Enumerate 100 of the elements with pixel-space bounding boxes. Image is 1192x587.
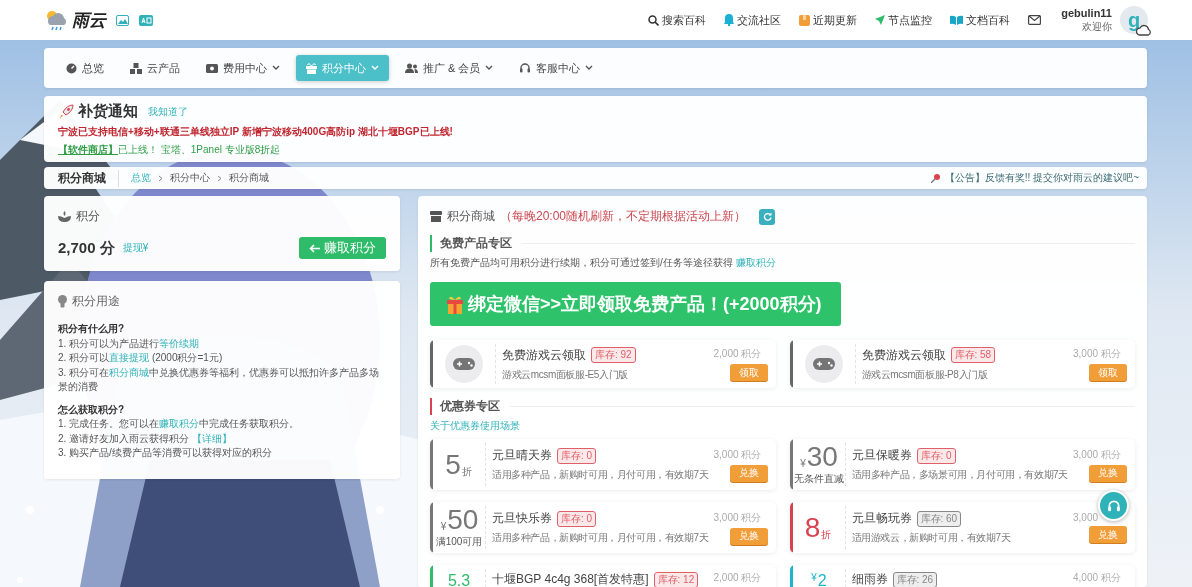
- price: 4,000 积分: [1073, 571, 1121, 585]
- item-description: 适用多种产品，新购时可用，月付可用，有效期7天: [492, 531, 710, 545]
- top-link[interactable]: 文档百科: [950, 12, 1011, 28]
- stock-badge: 库存: 12: [653, 571, 699, 587]
- inline-link[interactable]: 直接提现: [109, 352, 150, 364]
- nav-tab[interactable]: 费用中心: [196, 55, 290, 81]
- inline-link[interactable]: 积分商城: [109, 366, 150, 378]
- usage-text: 1. 积分可以为产品进行等价续期: [58, 336, 201, 351]
- avatar[interactable]: g: [1120, 6, 1148, 34]
- user-name: gebulin11: [1061, 7, 1112, 21]
- item-title: 元旦保暖券: [851, 447, 912, 464]
- breadcrumb-link[interactable]: 积分中心: [170, 171, 210, 185]
- inline-link[interactable]: 【详细】: [191, 432, 232, 444]
- coupon-value: 5: [445, 450, 461, 479]
- redeem-button[interactable]: 兑换: [1089, 526, 1127, 543]
- bulb-icon: [58, 295, 67, 309]
- stock-badge: 库存: 0: [557, 510, 597, 527]
- coupon-condition: 满100可用: [435, 535, 483, 549]
- announcement-link[interactable]: 【公告】反馈有奖!! 提交你对雨云的建议吧~: [944, 171, 1139, 185]
- breadcrumb-link[interactable]: 总览: [131, 171, 151, 185]
- item-title: 十堰BGP 4c4g 368[首发特惠]: [492, 571, 649, 587]
- discount-unit: 折: [461, 466, 472, 477]
- redeem-button[interactable]: 兑换: [729, 527, 768, 545]
- refresh-note: （每晚20:00随机刷新，不定期根据活动上新）: [500, 208, 747, 225]
- price: 3,000: [1073, 512, 1099, 523]
- cubes-icon: [130, 62, 142, 74]
- bind-wechat-banner[interactable]: 绑定微信>>立即领取免费产品！(+2000积分): [430, 282, 841, 326]
- section-title: 优惠券专区: [430, 398, 510, 415]
- notice-text: 【软件商店】已上线！ 宝塔、1Panel 专业版8折起: [58, 143, 282, 157]
- chevron-right-icon: [158, 174, 163, 182]
- nav-tab[interactable]: 积分中心: [296, 55, 389, 81]
- pin-icon: [930, 173, 941, 183]
- stock-badge: 库存: 60: [916, 510, 962, 527]
- section-title: 免费产品专区: [430, 235, 522, 252]
- section-description: 所有免费产品均可用积分进行续期，积分可通过签到/任务等途径获得 赚取积分: [430, 256, 777, 270]
- greeting: 欢迎你: [1082, 20, 1112, 33]
- inline-link[interactable]: 等价续期: [159, 337, 200, 349]
- item-title: 元旦快乐券: [492, 510, 552, 527]
- dashboard-icon: [66, 62, 77, 74]
- item-description: 适用多种产品，新购时可用，月付可用，有效期7天: [492, 468, 710, 482]
- nav-tab[interactable]: 推广 & 会员: [395, 55, 504, 81]
- store-link[interactable]: 【软件商店】: [58, 144, 118, 155]
- item-title: 免费游戏云领取: [502, 346, 586, 364]
- rocket-icon: [58, 103, 74, 120]
- package-icon: [799, 14, 811, 26]
- currency-sign: ¥: [800, 459, 806, 469]
- item-description: 游戏云mcsm面板服-E5入门版: [502, 367, 629, 382]
- section-link[interactable]: 关于优惠券使用场景: [430, 420, 520, 431]
- coupon-value: 30: [806, 443, 838, 471]
- usage-text: 3. 购买产品/续费产品等消费可以获得对应的积分: [58, 446, 273, 461]
- nav-tab[interactable]: 总览: [56, 55, 114, 81]
- chevron-right-icon: [217, 174, 222, 182]
- coupon-value: 2: [817, 573, 827, 587]
- top-link[interactable]: 交流社区: [724, 12, 782, 28]
- redeem-button[interactable]: 兑换: [729, 464, 768, 482]
- usage-text: 3. 积分可在积分商城中兑换优惠券等福利，优惠券可以抵扣许多产品多场景的消费: [58, 365, 381, 395]
- headset-icon: [519, 62, 532, 74]
- bell-icon: [724, 14, 735, 26]
- top-link[interactable]: 近期更新: [799, 12, 858, 28]
- panel-title: 积分商城: [447, 208, 495, 225]
- price: 3,000 积分: [1073, 347, 1121, 361]
- mail-button[interactable]: [1028, 15, 1042, 25]
- withdraw-link[interactable]: 提现¥: [122, 241, 149, 255]
- usage-text: 1. 完成任务。您可以在赚取积分中完成任务获取积分。: [58, 417, 301, 432]
- breadcrumb-link[interactable]: 积分商城: [229, 171, 269, 185]
- usage-text: 2. 积分可以直接提现 (2000积分=1元): [58, 351, 224, 366]
- dismiss-link[interactable]: 我知道了: [148, 104, 188, 119]
- page-title: 积分商城: [58, 169, 119, 187]
- coupon-value: 5.3: [447, 573, 471, 587]
- gamepad-icon: [445, 345, 483, 383]
- redeem-button[interactable]: 领取: [1089, 364, 1127, 381]
- item-description: 适用游戏云，新购时可用，有效期7天: [851, 531, 1012, 545]
- inline-link[interactable]: 赚取积分: [735, 257, 776, 268]
- inline-link[interactable]: 赚取积分: [159, 418, 200, 430]
- redeem-button[interactable]: 领取: [729, 364, 768, 381]
- gamepad-icon: [804, 345, 843, 383]
- top-link[interactable]: 节点监控: [875, 12, 933, 28]
- top-link[interactable]: 搜索百科: [648, 12, 707, 28]
- card-title: 积分用途: [72, 293, 120, 310]
- nav-tab[interactable]: 云产品: [120, 55, 190, 81]
- nav-tab[interactable]: 客服中心: [509, 55, 604, 81]
- discount-unit: 折: [821, 529, 832, 540]
- image-icon: [116, 14, 129, 26]
- redeem-button[interactable]: 兑换: [1089, 464, 1127, 482]
- notice-text: 宁波已支持电信+移动+联通三单线独立IP 新增宁波移动400G高防ip 湖北十堰BGP已上线!: [58, 125, 454, 139]
- cash-icon: [206, 63, 218, 73]
- stock-badge: 库存: 0: [557, 447, 597, 464]
- mail-icon: [1028, 15, 1042, 25]
- store-icon: [430, 211, 442, 222]
- item-title: 细雨券: [851, 571, 888, 587]
- coupon-value: 50: [447, 506, 479, 534]
- book-icon: [950, 15, 964, 25]
- currency-sign: ¥: [440, 522, 447, 532]
- logo-text: 雨云: [72, 9, 106, 32]
- earn-points-button[interactable]: 赚取积分: [299, 237, 386, 259]
- notice-title: 补货通知: [78, 102, 138, 121]
- price: 2,000 积分: [713, 347, 762, 361]
- item-title: 元旦畅玩券: [851, 510, 912, 527]
- search-icon: [648, 14, 660, 26]
- refresh-button[interactable]: [759, 208, 776, 225]
